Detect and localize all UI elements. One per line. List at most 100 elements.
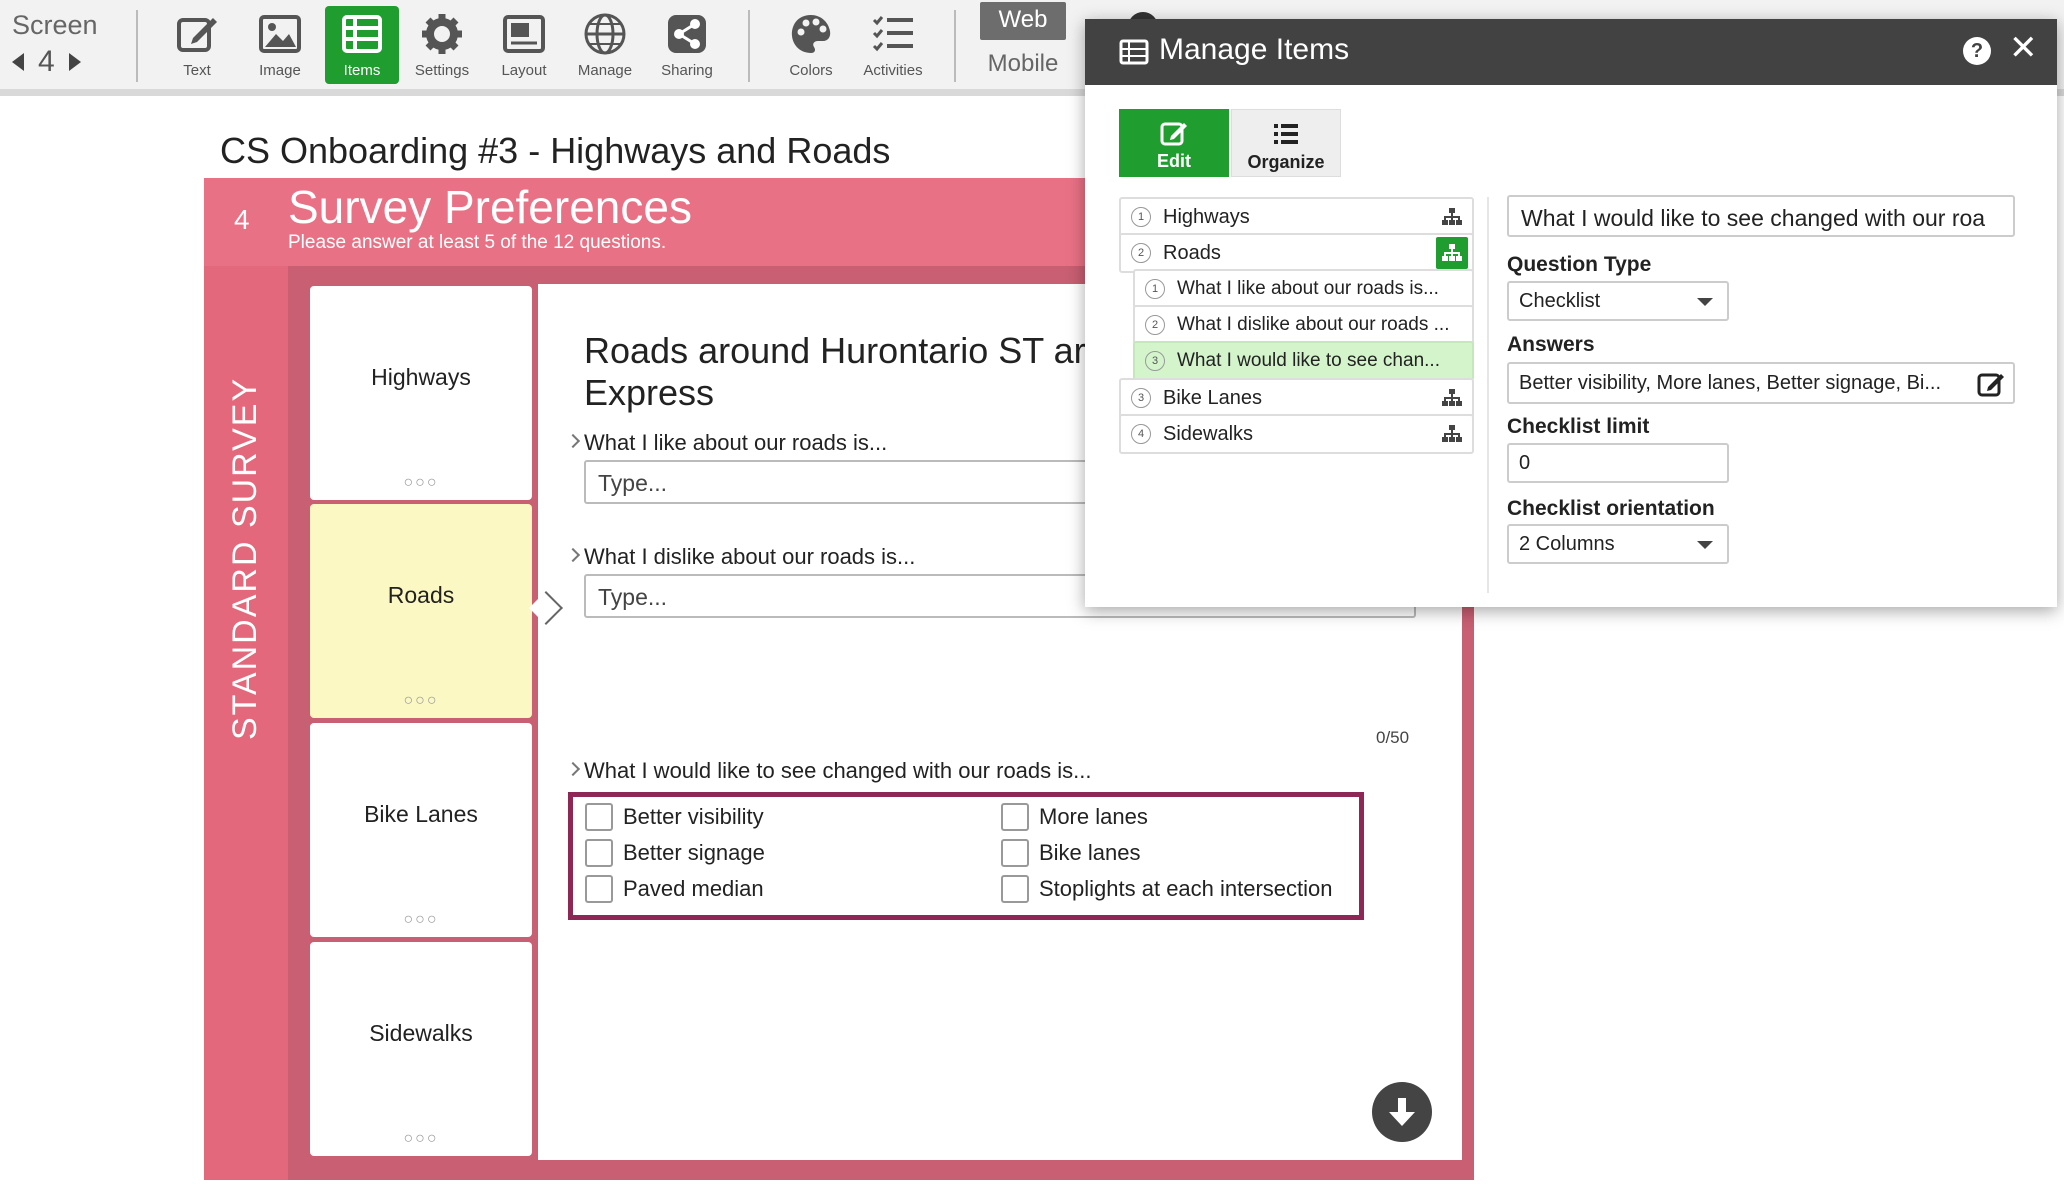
chevron-right-icon: [565, 761, 581, 777]
answers-field[interactable]: Better visibility, More lanes, Better si…: [1507, 362, 2015, 404]
edit-mode-button[interactable]: Edit: [1119, 109, 1229, 177]
tree-item-question-changes[interactable]: 3 What I would like to see chan...: [1133, 341, 1474, 381]
checkbox-label: Better signage: [623, 840, 765, 865]
question-label-dislikes: What I dislike about our roads is...: [565, 544, 915, 570]
category-tile-sidewalks[interactable]: Sidewalks ○○○: [310, 942, 532, 1156]
tree-item-roads[interactable]: 2 Roads: [1119, 233, 1474, 273]
sharing-tool-button[interactable]: Sharing: [650, 6, 724, 84]
checkbox[interactable]: [1001, 803, 1029, 831]
edit-icon: [177, 18, 217, 52]
tile-label: Roads: [387, 582, 455, 608]
items-icon: [342, 15, 382, 53]
checkbox[interactable]: [1001, 875, 1029, 903]
checkbox-bike-lanes[interactable]: Bike lanes: [1001, 839, 1141, 867]
sitemap-icon[interactable]: [1436, 418, 1468, 450]
edit-answers-icon[interactable]: [1977, 370, 2005, 402]
caret-down-icon: [1697, 298, 1713, 306]
item-number: 1: [1131, 207, 1151, 227]
tile-progress-dots: ○○○: [403, 474, 439, 491]
survey-screen-number: 4: [234, 204, 250, 235]
tile-progress-dots: ○○○: [403, 1130, 439, 1147]
toolbar-divider: [748, 10, 750, 82]
screen-number: 4: [38, 45, 55, 78]
item-number: 2: [1145, 315, 1165, 335]
checkbox-label: Better visibility: [623, 804, 764, 829]
tree-item-question-likes[interactable]: 1 What I like about our roads is...: [1133, 269, 1474, 309]
settings-tool-label: Settings: [414, 62, 470, 79]
list-check-icon: [872, 16, 913, 52]
scroll-down-button[interactable]: [1372, 1082, 1432, 1142]
category-tile-roads[interactable]: Roads ○○○: [310, 504, 532, 718]
close-icon[interactable]: ✕: [2009, 31, 2038, 65]
tile-progress-dots: ○○○: [403, 911, 439, 928]
dialog-header: Manage Items ? ✕: [1085, 19, 2057, 85]
checkbox[interactable]: [585, 803, 613, 831]
manage-items-dialog: Manage Items ? ✕ Edit Organize 1 Highway…: [1085, 19, 2057, 607]
checklist-group: Better visibility More lanes Better sign…: [568, 792, 1364, 920]
checklist-limit-label: Checklist limit: [1507, 415, 1650, 438]
colors-tool-button[interactable]: Colors: [774, 6, 848, 84]
edit-mode-label: Edit: [1157, 151, 1191, 171]
mobile-view-button[interactable]: Mobile: [980, 50, 1066, 78]
checkbox-better-visibility[interactable]: Better visibility: [585, 803, 764, 831]
sitemap-icon[interactable]: [1436, 237, 1468, 269]
tree-item-bike-lanes[interactable]: 3 Bike Lanes: [1119, 378, 1474, 418]
question-heading-line: Roads around Hurontario ST ar: [584, 330, 1086, 371]
orientation-value: 2 Columns: [1519, 533, 1615, 555]
settings-tool-button[interactable]: Settings: [405, 6, 479, 84]
globe-icon: [584, 13, 626, 55]
caret-down-icon: [1697, 541, 1713, 549]
sharing-tool-label: Sharing: [661, 62, 713, 79]
category-tile-highways[interactable]: Highways ○○○: [310, 286, 532, 500]
item-label: Highways: [1163, 205, 1250, 228]
checkbox-paved-median[interactable]: Paved median: [585, 875, 764, 903]
checkbox[interactable]: [1001, 839, 1029, 867]
item-label: What I would like to see chan...: [1177, 350, 1440, 371]
next-screen-icon[interactable]: [68, 53, 81, 71]
checkbox-label: Bike lanes: [1039, 840, 1141, 865]
checkbox-more-lanes[interactable]: More lanes: [1001, 803, 1148, 831]
item-label: What I dislike about our roads ...: [1177, 314, 1450, 335]
question-heading-line: Express: [584, 372, 715, 413]
manage-tool-button[interactable]: Manage: [568, 6, 642, 84]
answers-label: Answers: [1507, 333, 1595, 356]
tree-item-question-dislikes[interactable]: 2 What I dislike about our roads ...: [1133, 305, 1474, 345]
organize-mode-button[interactable]: Organize: [1231, 109, 1341, 177]
checkbox-better-signage[interactable]: Better signage: [585, 839, 765, 867]
arrow-down-icon: [1389, 1098, 1415, 1126]
page-title: CS Onboarding #3 - Highways and Roads: [220, 130, 891, 171]
tree-item-highways[interactable]: 1 Highways: [1119, 197, 1474, 237]
item-number: 1: [1145, 279, 1165, 299]
activities-tool-button[interactable]: Activities: [856, 6, 930, 84]
item-number: 4: [1131, 424, 1151, 444]
question-type-value: Checklist: [1519, 290, 1601, 312]
checklist-limit-input[interactable]: 0: [1507, 443, 1729, 483]
prev-screen-icon[interactable]: [12, 53, 24, 71]
tree-item-sidewalks[interactable]: 4 Sidewalks: [1119, 414, 1474, 454]
tile-progress-dots: ○○○: [403, 692, 439, 709]
toolbar-divider: [954, 10, 956, 82]
item-number: 2: [1131, 243, 1151, 263]
checkbox[interactable]: [585, 839, 613, 867]
items-tool-label: Items: [343, 62, 381, 79]
tile-label: Bike Lanes: [364, 801, 478, 827]
image-tool-button[interactable]: Image: [243, 6, 317, 84]
category-tile-bike-lanes[interactable]: Bike Lanes ○○○: [310, 723, 532, 937]
image-icon: [259, 15, 301, 53]
checkbox-stoplights[interactable]: Stoplights at each intersection: [1001, 875, 1333, 903]
help-icon[interactable]: ?: [1963, 37, 1991, 65]
question-title-input[interactable]: What I would like to see changed with ou…: [1507, 195, 2015, 237]
text-tool-button[interactable]: Text: [160, 6, 234, 84]
items-tool-button[interactable]: Items: [325, 6, 399, 84]
table-icon: [1119, 39, 1149, 65]
sitemap-icon[interactable]: [1436, 382, 1468, 414]
web-view-button[interactable]: Web: [980, 2, 1066, 40]
checkbox[interactable]: [585, 875, 613, 903]
checklist-orientation-select[interactable]: 2 Columns: [1507, 524, 1729, 564]
image-tool-label: Image: [259, 62, 301, 79]
item-number: 3: [1145, 351, 1165, 371]
layout-tool-button[interactable]: Layout: [487, 6, 561, 84]
layout-tool-label: Layout: [501, 62, 547, 79]
question-type-select[interactable]: Checklist: [1507, 281, 1729, 321]
sitemap-icon[interactable]: [1436, 201, 1468, 233]
